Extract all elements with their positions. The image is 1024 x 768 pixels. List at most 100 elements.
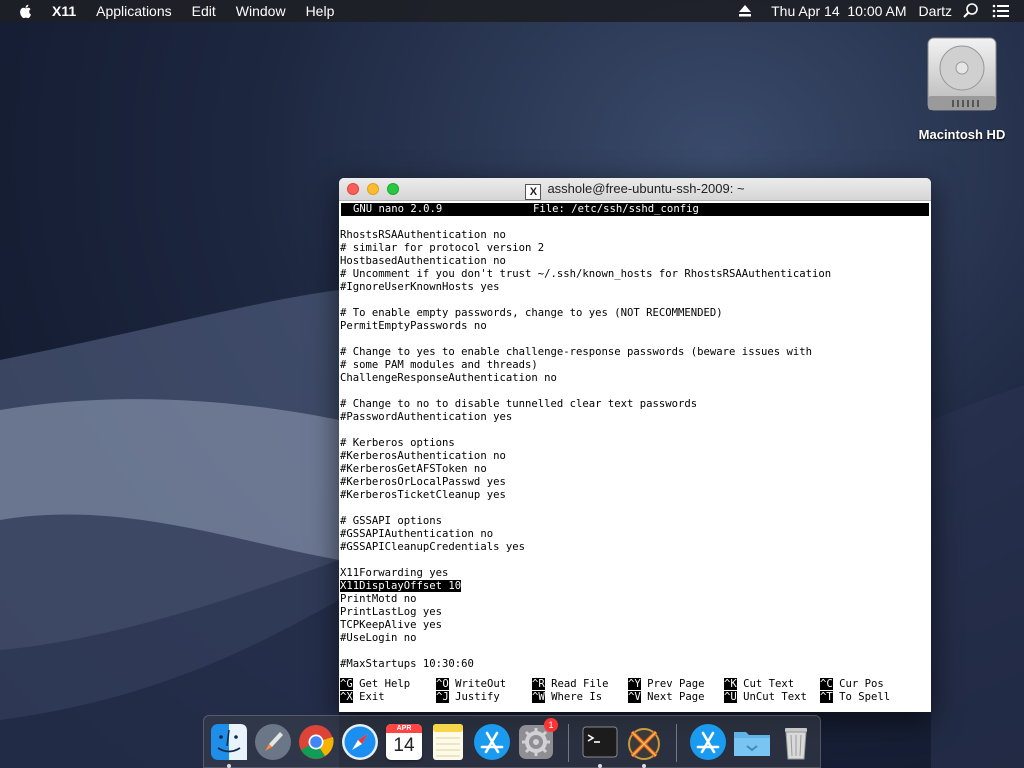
buffer-line[interactable] (340, 424, 831, 437)
shortcut-item[interactable]: ^W Where Is (532, 691, 602, 704)
shortcut-label: Get Help (359, 678, 411, 690)
shortcut-label: Exit (359, 691, 385, 703)
finder-icon[interactable] (209, 722, 249, 762)
app-store-icon[interactable] (472, 722, 512, 762)
eject-icon[interactable] (737, 4, 753, 18)
buffer-line[interactable]: #KerberosGetAFSToken no (340, 463, 831, 476)
shortcut-key: ^W (532, 691, 545, 703)
terminal-window: Xasshole@free-ubuntu-ssh-2009: ~ GNU nan… (339, 178, 931, 712)
buffer-line[interactable]: #UseLogin no (340, 632, 831, 645)
shortcut-key: ^O (436, 678, 449, 690)
shortcut-item[interactable]: ^V Next Page (628, 691, 705, 704)
shortcut-key: ^R (532, 678, 545, 690)
buffer-line[interactable]: #KerberosTicketCleanup yes (340, 489, 831, 502)
buffer-line[interactable] (340, 645, 831, 658)
buffer-line[interactable]: PrintMotd no (340, 593, 831, 606)
shortcut-item[interactable]: ^G Get Help (340, 678, 410, 691)
nano-header: GNU nano 2.0.9 File: /etc/ssh/sshd_config (341, 203, 929, 216)
apple-menu-icon[interactable] (18, 3, 34, 19)
nano-filename: File: /etc/ssh/sshd_config (533, 203, 699, 215)
menu-window[interactable]: Window (226, 0, 296, 22)
terminal-icon[interactable] (580, 722, 620, 762)
buffer-line[interactable]: #GSSAPIAuthentication no (340, 528, 831, 541)
folder-icon[interactable] (732, 722, 772, 762)
editor-buffer[interactable]: RhostsRSAAuthentication no # similar for … (340, 229, 831, 671)
shortcut-label: To Spell (839, 691, 891, 703)
shortcut-item[interactable]: ^K Cut Text (724, 678, 794, 691)
shortcut-item[interactable]: ^Y Prev Page (628, 678, 705, 691)
dock: APR 14 1 (203, 715, 821, 768)
window-title: asshole@free-ubuntu-ssh-2009: ~ (547, 181, 745, 196)
buffer-line[interactable]: # To enable empty passwords, change to y… (340, 307, 831, 320)
shortcut-label: Where Is (551, 691, 603, 703)
notification-center-icon[interactable] (992, 4, 1010, 18)
clock[interactable]: Thu Apr 14 10:00 AM (765, 0, 912, 22)
shortcut-item[interactable]: ^O WriteOut (436, 678, 506, 691)
buffer-line[interactable] (340, 502, 831, 515)
buffer-line[interactable] (340, 333, 831, 346)
buffer-line[interactable]: # Kerberos options (340, 437, 831, 450)
buffer-line[interactable]: X11DisplayOffset 10 (340, 580, 831, 593)
notes-icon[interactable] (428, 722, 468, 762)
buffer-line[interactable]: #IgnoreUserKnownHosts yes (340, 281, 831, 294)
window-titlebar[interactable]: Xasshole@free-ubuntu-ssh-2009: ~ (339, 178, 931, 201)
buffer-line[interactable]: #MaxStartups 10:30:60 (340, 658, 831, 671)
calendar-day: 14 (393, 735, 415, 756)
buffer-line[interactable]: #PasswordAuthentication yes (340, 411, 831, 424)
trash-icon[interactable] (776, 722, 816, 762)
nano-version: GNU nano 2.0.9 (353, 203, 443, 215)
buffer-line[interactable]: # some PAM modules and threads) (340, 359, 831, 372)
shortcut-item[interactable]: ^R Read File (532, 678, 609, 691)
app-menu-x11[interactable]: X11 (42, 0, 86, 22)
buffer-line[interactable]: RhostsRSAAuthentication no (340, 229, 831, 242)
buffer-line[interactable]: #GSSAPICleanupCredentials yes (340, 541, 831, 554)
shortcut-item[interactable]: ^T To Spell (820, 691, 890, 704)
running-indicator (642, 764, 646, 768)
shortcut-key: ^X (340, 691, 353, 703)
user-menu[interactable]: Dartz (913, 0, 958, 22)
menu-help[interactable]: Help (296, 0, 345, 22)
buffer-line[interactable]: TCPKeepAlive yes (340, 619, 831, 632)
shortcut-label: UnCut Text (743, 691, 807, 703)
shortcut-item[interactable]: ^X Exit (340, 691, 385, 704)
launchpad-icon[interactable] (253, 722, 293, 762)
shortcut-item[interactable]: ^J Justify (436, 691, 500, 704)
menu-edit[interactable]: Edit (182, 0, 226, 22)
buffer-line[interactable] (340, 294, 831, 307)
safari-icon[interactable] (340, 722, 380, 762)
shortcut-label: Prev Page (647, 678, 705, 690)
shortcut-key: ^K (724, 678, 737, 690)
spotlight-search-icon[interactable] (962, 2, 980, 20)
hard-drive-icon[interactable] (922, 34, 1002, 114)
shortcut-key: ^J (436, 691, 449, 703)
shortcut-item[interactable]: ^C Cur Pos (820, 678, 884, 691)
app-store-downloads-icon[interactable] (688, 722, 728, 762)
buffer-line[interactable]: # Uncomment if you don't trust ~/.ssh/kn… (340, 268, 831, 281)
shortcut-item[interactable]: ^U UnCut Text (724, 691, 807, 704)
buffer-line[interactable]: # Change to yes to enable challenge-resp… (340, 346, 831, 359)
buffer-line[interactable]: HostbasedAuthentication no (340, 255, 831, 268)
buffer-line[interactable]: # Change to no to disable tunnelled clea… (340, 398, 831, 411)
buffer-line[interactable] (340, 385, 831, 398)
shortcut-key: ^V (628, 691, 641, 703)
buffer-line[interactable]: #KerberosOrLocalPasswd yes (340, 476, 831, 489)
buffer-line[interactable]: # similar for protocol version 2 (340, 242, 831, 255)
buffer-line[interactable]: PermitEmptyPasswords no (340, 320, 831, 333)
buffer-line[interactable]: #KerberosAuthentication no (340, 450, 831, 463)
buffer-line[interactable]: ChallengeResponseAuthentication no (340, 372, 831, 385)
buffer-line[interactable]: PrintLastLog yes (340, 606, 831, 619)
menu-applications[interactable]: Applications (86, 0, 182, 22)
calendar-icon[interactable]: APR 14 (384, 722, 424, 762)
shortcut-label: Cut Text (743, 678, 795, 690)
resize-grip-icon[interactable] (919, 711, 929, 712)
xquartz-icon[interactable] (624, 722, 664, 762)
shortcut-key: ^Y (628, 678, 641, 690)
buffer-line[interactable]: X11Forwarding yes (340, 567, 831, 580)
system-preferences-icon[interactable]: 1 (516, 718, 558, 762)
chrome-icon[interactable] (296, 722, 336, 762)
buffer-line[interactable]: # GSSAPI options (340, 515, 831, 528)
shortcut-key: ^G (340, 678, 353, 690)
buffer-line[interactable] (340, 554, 831, 567)
menu-bar: X11 Applications Edit Window Help Thu Ap… (0, 0, 1024, 22)
shortcut-label: Read File (551, 678, 609, 690)
